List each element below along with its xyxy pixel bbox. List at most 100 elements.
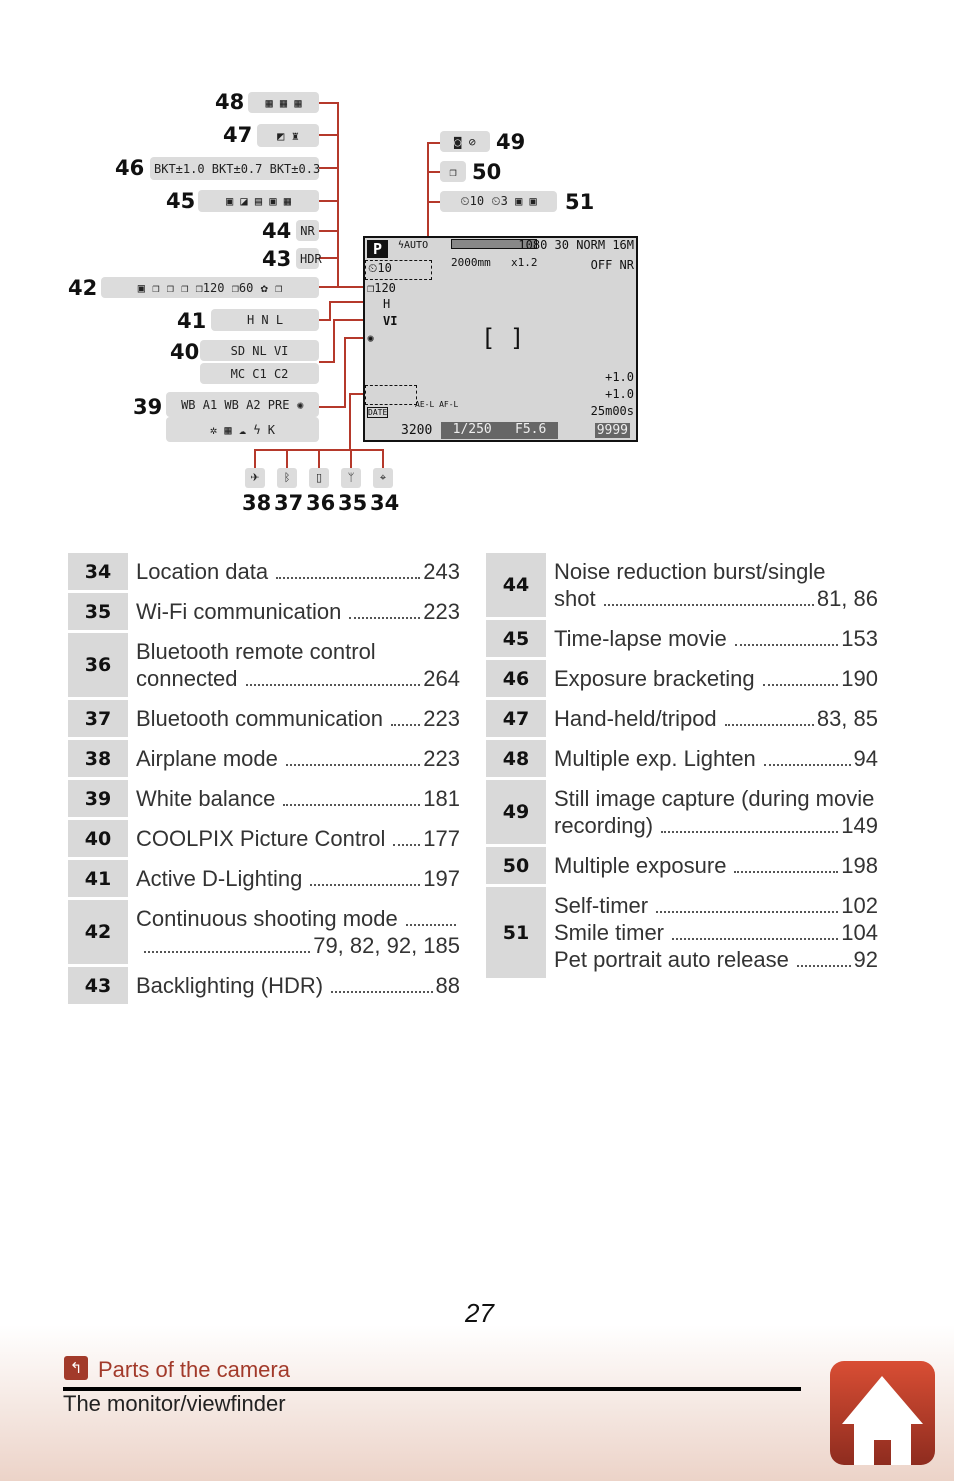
dot-leader bbox=[349, 617, 421, 619]
page-reference[interactable]: 102 bbox=[841, 892, 878, 919]
item-description: Noise reduction burst/single shot 81, 86 bbox=[546, 553, 878, 617]
page-reference[interactable]: 88 bbox=[436, 972, 460, 999]
callout-48: 48 bbox=[215, 90, 245, 114]
dot-leader bbox=[144, 951, 311, 953]
table-row: 40 COOLPIX Picture Control 177 bbox=[68, 820, 460, 857]
ae-af-lock: AE-L AF-L bbox=[415, 400, 459, 409]
callout-37: 37 bbox=[274, 491, 304, 515]
callout-49: 49 bbox=[496, 130, 526, 154]
item-number: 45 bbox=[486, 620, 546, 657]
table-row: 42 Continuous shooting mode 79, 82, 92, 18… bbox=[68, 900, 460, 964]
exposure-readout: 1/250 F5.6 bbox=[441, 422, 558, 439]
monitor-display: P ϟAUTO 2000mm x1.2 1080 30 NORM 16M OFF… bbox=[363, 236, 638, 442]
page-reference[interactable]: 149 bbox=[841, 812, 878, 839]
page-reference[interactable]: 264 bbox=[423, 665, 460, 692]
dot-leader bbox=[331, 991, 433, 993]
item-number: 44 bbox=[486, 553, 546, 617]
item-number: 36 bbox=[68, 633, 128, 697]
callout-44: 44 bbox=[262, 219, 292, 243]
page-reference[interactable]: 181 bbox=[423, 785, 460, 812]
dot-leader bbox=[734, 644, 839, 646]
date-stamp: DATE bbox=[367, 407, 389, 418]
page-reference[interactable]: 243 bbox=[423, 558, 460, 585]
icon-group-45: ▣ ◪ ▤ ▣ ▦ bbox=[198, 190, 319, 212]
page-reference[interactable]: 81, 86 bbox=[817, 585, 878, 612]
dot-leader bbox=[310, 884, 421, 886]
item-number: 35 bbox=[68, 593, 128, 630]
item-description: Backlighting (HDR) 88 bbox=[128, 967, 460, 1004]
page-reference[interactable]: 104 bbox=[841, 919, 878, 946]
page-reference[interactable]: 177 bbox=[423, 825, 460, 852]
continuous: ❐120 bbox=[367, 281, 396, 295]
table-row: 48 Multiple exp. Lighten 94 bbox=[486, 740, 878, 777]
callout-51: 51 bbox=[565, 190, 595, 214]
callout-45: 45 bbox=[166, 189, 196, 213]
page-reference[interactable]: 83, 85 bbox=[817, 705, 878, 732]
dot-leader bbox=[763, 764, 851, 766]
table-row: 43 Backlighting (HDR) 88 bbox=[68, 967, 460, 1004]
shooting-mode: P bbox=[367, 240, 389, 258]
icon-group-41: H N L bbox=[211, 309, 319, 331]
table-row: 34 Location data 243 bbox=[68, 553, 460, 590]
page-reference[interactable]: 197 bbox=[423, 865, 460, 892]
table-row: 38 Airplane mode 223 bbox=[68, 740, 460, 777]
page-reference[interactable]: 223 bbox=[423, 598, 460, 625]
dot-leader bbox=[796, 965, 851, 967]
icon-group-39b: ✲ ▦ ☁ ϟ K bbox=[166, 417, 319, 442]
callout-34: 34 bbox=[370, 491, 400, 515]
icon-group-43: HDR bbox=[296, 248, 322, 269]
item-label: Noise reduction burst/single bbox=[554, 559, 826, 584]
item-description: Wi-Fi communication 223 bbox=[128, 593, 460, 630]
callout-50: 50 bbox=[472, 160, 502, 184]
active-d-lighting: H bbox=[383, 297, 391, 311]
icon-group-47: ◩ ♜ bbox=[257, 124, 319, 147]
item-description: Hand-held/tripod 83, 85 bbox=[546, 700, 878, 737]
page-reference[interactable]: 190 bbox=[841, 665, 878, 692]
table-row: 46 Exposure bracketing 190 bbox=[486, 660, 878, 697]
dot-leader bbox=[603, 604, 814, 606]
callout-36: 36 bbox=[306, 491, 336, 515]
item-label: White balance bbox=[136, 786, 276, 811]
item-number: 51 bbox=[486, 887, 546, 978]
item-description: Still image capture (during movie recordi… bbox=[546, 780, 878, 844]
focal-length: 2000mm bbox=[451, 256, 491, 269]
shutter-speed: 1/250 bbox=[452, 422, 492, 437]
icon-group-42: ▣ ❐ ❐ ❐ ❐120 ❐60 ✿ ❐ bbox=[101, 277, 319, 298]
page-subtitle: The monitor/viewfinder bbox=[63, 1391, 286, 1416]
dot-leader bbox=[724, 724, 814, 726]
callout-42: 42 bbox=[68, 276, 98, 300]
item-description: Bluetooth communication 223 bbox=[128, 700, 460, 737]
page-reference[interactable]: 94 bbox=[854, 745, 878, 772]
item-label: Bluetooth communication bbox=[136, 706, 384, 731]
table-left: 34 Location data 243 35 Wi-Fi communication 2… bbox=[68, 553, 460, 1007]
page-reference[interactable]: 223 bbox=[423, 745, 460, 772]
callout-41: 41 bbox=[177, 309, 207, 333]
remote-icon: ▯ bbox=[309, 468, 329, 488]
page-reference[interactable]: 153 bbox=[841, 625, 878, 652]
page-reference[interactable]: 223 bbox=[423, 705, 460, 732]
back-arrow-icon[interactable]: ↰ bbox=[64, 1356, 88, 1380]
item-description: White balance 181 bbox=[128, 780, 460, 817]
dot-leader bbox=[285, 764, 421, 766]
iso: 3200 bbox=[401, 423, 433, 438]
table-row: 35 Wi-Fi communication 223 bbox=[68, 593, 460, 630]
page-reference[interactable]: 79, 82, 92, 185 bbox=[313, 932, 460, 959]
table-right: 44 Noise reduction burst/single shot 81, 86… bbox=[486, 553, 878, 981]
table-row: 51 Self-timer 102 Smile timer 104 Pet portrai… bbox=[486, 887, 878, 978]
item-label: Location data bbox=[136, 559, 269, 584]
table-row: 50 Multiple exposure 198 bbox=[486, 847, 878, 884]
aperture: F5.6 bbox=[515, 422, 547, 437]
item-label: Backlighting (HDR) bbox=[136, 973, 324, 998]
page-reference[interactable]: 198 bbox=[841, 852, 878, 879]
item-number: 50 bbox=[486, 847, 546, 884]
page-reference[interactable]: 92 bbox=[854, 946, 878, 973]
table-row: 47 Hand-held/tripod 83, 85 bbox=[486, 700, 878, 737]
item-description: Multiple exp. Lighten 94 bbox=[546, 740, 878, 777]
item-description: Time-lapse movie 153 bbox=[546, 620, 878, 657]
home-button[interactable] bbox=[830, 1361, 935, 1465]
item-label: Multiple exposure bbox=[554, 853, 727, 878]
item-label: Self-timer bbox=[554, 893, 649, 918]
digital-zoom: x1.2 bbox=[511, 256, 538, 269]
item-number: 43 bbox=[68, 967, 128, 1004]
section-link[interactable]: Parts of the camera bbox=[98, 1357, 290, 1383]
